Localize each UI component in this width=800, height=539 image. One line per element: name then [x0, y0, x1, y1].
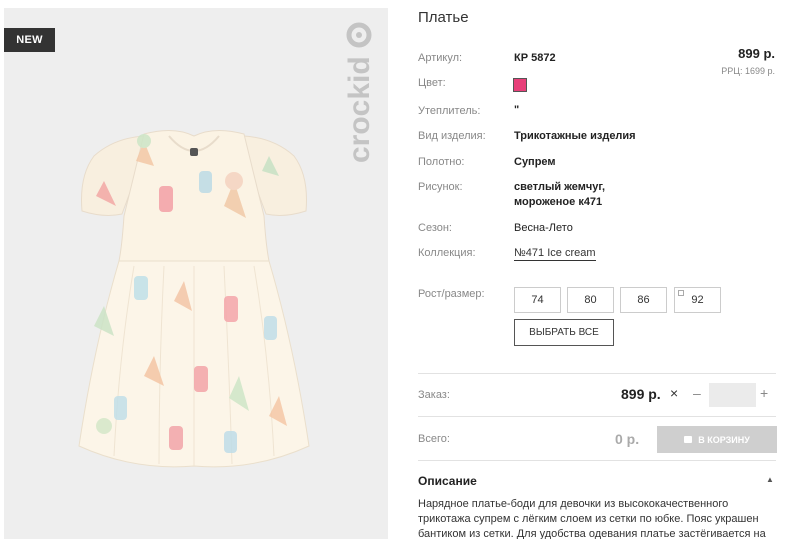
- quantity-increment-button[interactable]: +: [760, 385, 768, 401]
- brand-logo: crockid: [343, 22, 376, 163]
- size-option-92[interactable]: 92: [674, 287, 721, 313]
- cart-icon: [684, 436, 693, 443]
- size-option-74[interactable]: 74: [514, 287, 561, 313]
- recommended-retail-price: РРЦ: 1699 р.: [721, 66, 775, 76]
- size-label: Рост/размер:: [418, 288, 485, 300]
- size-option-92-label: 92: [691, 294, 704, 306]
- add-to-cart-button[interactable]: В КОРЗИНУ: [657, 426, 777, 453]
- pattern-value-line1: светлый жемчуг,: [514, 181, 606, 193]
- new-badge: NEW: [4, 28, 55, 52]
- article-value: КР 5872: [514, 52, 556, 64]
- brand-logo-text: crockid: [343, 56, 376, 163]
- select-all-sizes-button[interactable]: ВЫБРАТЬ ВСЕ: [514, 319, 614, 346]
- dress-illustration: [78, 130, 310, 468]
- product-image[interactable]: NEW crockid: [4, 8, 388, 539]
- add-to-cart-label: В КОРЗИНУ: [698, 434, 750, 445]
- total-label: Всего:: [418, 433, 450, 445]
- description-title[interactable]: Описание: [418, 474, 477, 488]
- fabric-label: Полотно:: [418, 156, 465, 168]
- color-swatch[interactable]: [513, 78, 527, 92]
- product-type-value: Трикотажные изделия: [514, 130, 636, 142]
- product-title: Платье: [418, 9, 469, 26]
- multiply-sign: ×: [670, 385, 679, 401]
- insulation-label: Утеплитель:: [418, 105, 481, 117]
- collection-link[interactable]: №471 Ice cream: [514, 247, 596, 261]
- color-label: Цвет:: [418, 77, 446, 89]
- product-price: 899 р.: [738, 46, 775, 61]
- size-checkbox-icon: [678, 290, 684, 296]
- total-value: 0 р.: [615, 431, 640, 447]
- quantity-decrement-button[interactable]: –: [693, 385, 701, 401]
- season-label: Сезон:: [418, 222, 452, 234]
- order-price: 899 р.: [621, 386, 661, 402]
- order-label: Заказ:: [418, 389, 450, 401]
- quantity-input[interactable]: [709, 383, 756, 407]
- description-text: Нарядное платье-боди для девочки из высо…: [418, 498, 766, 539]
- pattern-value-line2: мороженое к471: [514, 196, 603, 208]
- pattern-label: Рисунок:: [418, 181, 463, 193]
- chevron-up-icon[interactable]: ▲: [766, 475, 774, 484]
- article-label: Артикул:: [418, 52, 463, 64]
- size-option-86[interactable]: 86: [620, 287, 667, 313]
- divider: [418, 460, 776, 461]
- size-option-80[interactable]: 80: [567, 287, 614, 313]
- collection-label: Коллекция:: [418, 247, 476, 259]
- divider: [418, 373, 776, 374]
- product-type-label: Вид изделия:: [418, 130, 486, 142]
- divider: [418, 416, 776, 417]
- insulation-value: ": [514, 104, 520, 116]
- season-value: Весна-Лето: [514, 222, 573, 234]
- fabric-value: Супрем: [514, 156, 556, 168]
